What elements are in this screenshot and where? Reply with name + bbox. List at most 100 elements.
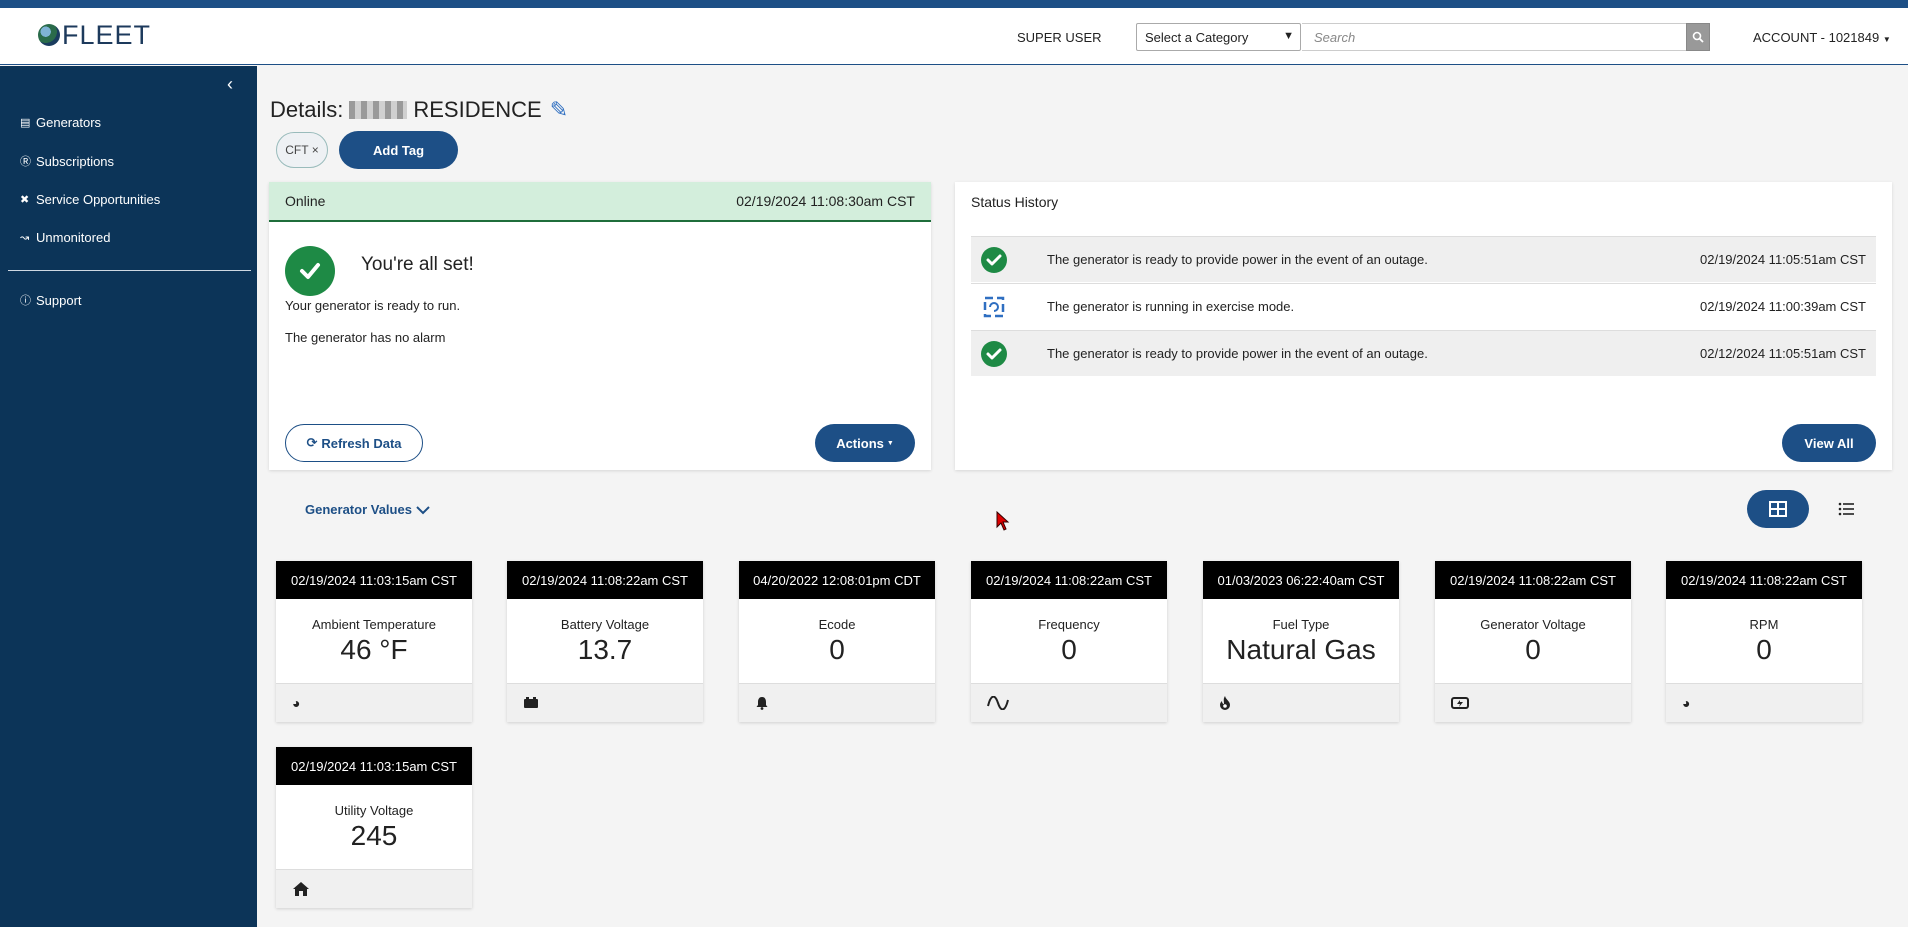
tile-value: 46 °F <box>340 634 408 665</box>
history-time: 02/19/2024 11:05:51am CST <box>1700 252 1866 267</box>
user-role-label: SUPER USER <box>1017 30 1102 45</box>
status-history-title: Status History <box>971 194 1059 210</box>
sidebar-item-label: Support <box>36 292 82 308</box>
chevron-down-icon <box>416 505 430 514</box>
edit-pencil-icon[interactable]: ✎ <box>550 97 568 123</box>
battery-icon <box>524 697 538 708</box>
search-icon <box>1692 31 1704 43</box>
history-row: The generator is running in exercise mod… <box>971 283 1876 329</box>
tile-label: Fuel Type <box>1272 617 1330 632</box>
value-tile-fuel-type: 01/03/2023 06:22:40am CST Fuel Type Natu… <box>1203 561 1399 722</box>
caret-down-icon: ▼ <box>886 439 894 447</box>
tile-footer: ◕ <box>276 683 472 722</box>
gauge-icon: ◕ <box>292 695 301 711</box>
add-tag-button[interactable]: Add Tag <box>339 131 458 169</box>
sidebar: ‹ ▤ Generators Ⓡ Subscriptions ✖ Service… <box>0 66 257 927</box>
sidebar-item-label: Generators <box>36 115 102 130</box>
status-card: Online 02/19/2024 11:08:30am CST You're … <box>269 182 931 470</box>
bell-icon <box>756 697 768 710</box>
value-tile-rpm: 02/19/2024 11:08:22am CST RPM 0 ◕ <box>1666 561 1862 722</box>
refresh-data-button[interactable]: ⟳ Refresh Data <box>285 424 423 462</box>
tile-footer: ◕ <box>1666 683 1862 722</box>
check-circle-icon <box>981 246 1007 273</box>
title-suffix: RESIDENCE <box>413 97 542 122</box>
account-menu[interactable]: ACCOUNT - 1021849 ▼ <box>1753 30 1891 45</box>
list-view-button[interactable] <box>1836 499 1856 519</box>
tile-timestamp: 02/19/2024 11:08:22am CST <box>1666 561 1862 599</box>
tile-value: 13.7 <box>577 634 633 665</box>
search-input[interactable]: Search <box>1302 23 1687 51</box>
value-tile-utility-voltage: 02/19/2024 11:03:15am CST Utility Voltag… <box>276 747 472 908</box>
car-battery-icon <box>1451 697 1469 709</box>
tile-value: 0 <box>1756 634 1772 665</box>
actions-button[interactable]: Actions ▼ <box>815 424 915 462</box>
search-button[interactable] <box>1686 23 1710 51</box>
view-all-button[interactable]: View All <box>1782 424 1876 462</box>
home-icon <box>293 882 309 896</box>
tools-icon: ✖ <box>20 194 30 206</box>
flame-icon <box>1220 696 1230 710</box>
redacted-name <box>349 101 408 119</box>
tile-timestamp: 02/19/2024 11:08:22am CST <box>507 561 703 599</box>
status-line-ready: Your generator is ready to run. <box>285 298 461 313</box>
tile-value: 0 <box>1525 634 1541 665</box>
tile-label: Utility Voltage <box>334 803 414 818</box>
actions-label: Actions <box>836 435 884 451</box>
account-label: ACCOUNT - 1021849 <box>1753 30 1880 45</box>
sine-wave-icon <box>987 696 1009 710</box>
sidebar-item-generators[interactable]: ▤ Generators <box>20 115 101 130</box>
mouse-cursor <box>996 511 1010 531</box>
grid-view-button[interactable] <box>1747 490 1809 528</box>
history-text: The generator is running in exercise mod… <box>1047 299 1295 314</box>
value-tile-frequency: 02/19/2024 11:08:22am CST Frequency 0 <box>971 561 1167 722</box>
tile-footer <box>1203 683 1399 722</box>
generator-values-toggle[interactable]: Generator Values <box>305 502 430 517</box>
sidebar-item-unmonitored[interactable]: ↝ Unmonitored <box>20 230 110 245</box>
title-prefix: Details: <box>270 97 344 122</box>
tile-label: Ambient Temperature <box>311 617 437 632</box>
tile-footer <box>1435 683 1631 722</box>
tile-timestamp: 02/19/2024 11:03:15am CST <box>276 561 472 599</box>
history-text: The generator is ready to provide power … <box>1047 252 1428 267</box>
sidebar-item-label: Subscriptions <box>36 153 115 169</box>
sidebar-item-label: Service Opportunities <box>36 192 161 207</box>
refresh-label: Refresh Data <box>321 435 402 451</box>
tile-footer <box>971 683 1167 722</box>
sidebar-item-label: Unmonitored <box>36 230 111 245</box>
grid-icon <box>1769 501 1787 517</box>
status-state: Online <box>285 193 326 209</box>
tile-timestamp: 01/03/2023 06:22:40am CST <box>1203 561 1399 599</box>
top-header: FLEET SUPER USER Select a Category ▼ Sea… <box>0 8 1908 65</box>
status-line-alarm: The generator has no alarm <box>285 330 446 345</box>
caret-down-icon: ▼ <box>1882 35 1891 44</box>
status-history-card: Status History The generator is ready to… <box>955 182 1892 470</box>
collapse-sidebar-button[interactable]: ‹ <box>227 74 233 95</box>
check-circle-icon <box>981 340 1007 367</box>
tile-label: Ecode <box>818 617 856 632</box>
history-time: 02/12/2024 11:05:51am CST <box>1700 346 1866 361</box>
history-row: The generator is ready to provide power … <box>971 330 1876 376</box>
value-tile-ecode: 04/20/2022 12:08:01pm CDT Ecode 0 <box>739 561 935 722</box>
list-icon <box>1838 502 1854 516</box>
value-tile-ambient-temperature: 02/19/2024 11:03:15am CST Ambient Temper… <box>276 561 472 722</box>
tile-value: 0 <box>1061 634 1077 665</box>
tile-timestamp: 02/19/2024 11:03:15am CST <box>276 747 472 785</box>
sidebar-item-subscriptions[interactable]: Ⓡ Subscriptions <box>20 153 114 169</box>
tachometer-icon: ◕ <box>1682 695 1691 711</box>
fleet-logo[interactable]: FLEET <box>38 22 151 49</box>
tile-timestamp: 02/19/2024 11:08:22am CST <box>971 561 1167 599</box>
tag-chip[interactable]: CFT × <box>276 132 328 168</box>
tile-timestamp: 02/19/2024 11:08:22am CST <box>1435 561 1631 599</box>
category-select[interactable]: Select a Category ▼ <box>1136 23 1301 51</box>
generator-values-label: Generator Values <box>305 502 412 517</box>
globe-icon <box>38 24 60 46</box>
dollar-icon: Ⓡ <box>20 156 31 168</box>
sidebar-item-support[interactable]: ⓘ Support <box>20 292 82 308</box>
tile-value: Natural Gas <box>1226 634 1376 665</box>
tile-value: 245 <box>350 820 398 851</box>
sidebar-divider <box>8 270 251 271</box>
sidebar-item-service-opportunities[interactable]: ✖ Service Opportunities <box>20 192 160 207</box>
page-title: Details: RESIDENCE ✎ <box>270 97 568 123</box>
top-accent-bar <box>0 0 1908 8</box>
history-row: The generator is ready to provide power … <box>971 236 1876 282</box>
